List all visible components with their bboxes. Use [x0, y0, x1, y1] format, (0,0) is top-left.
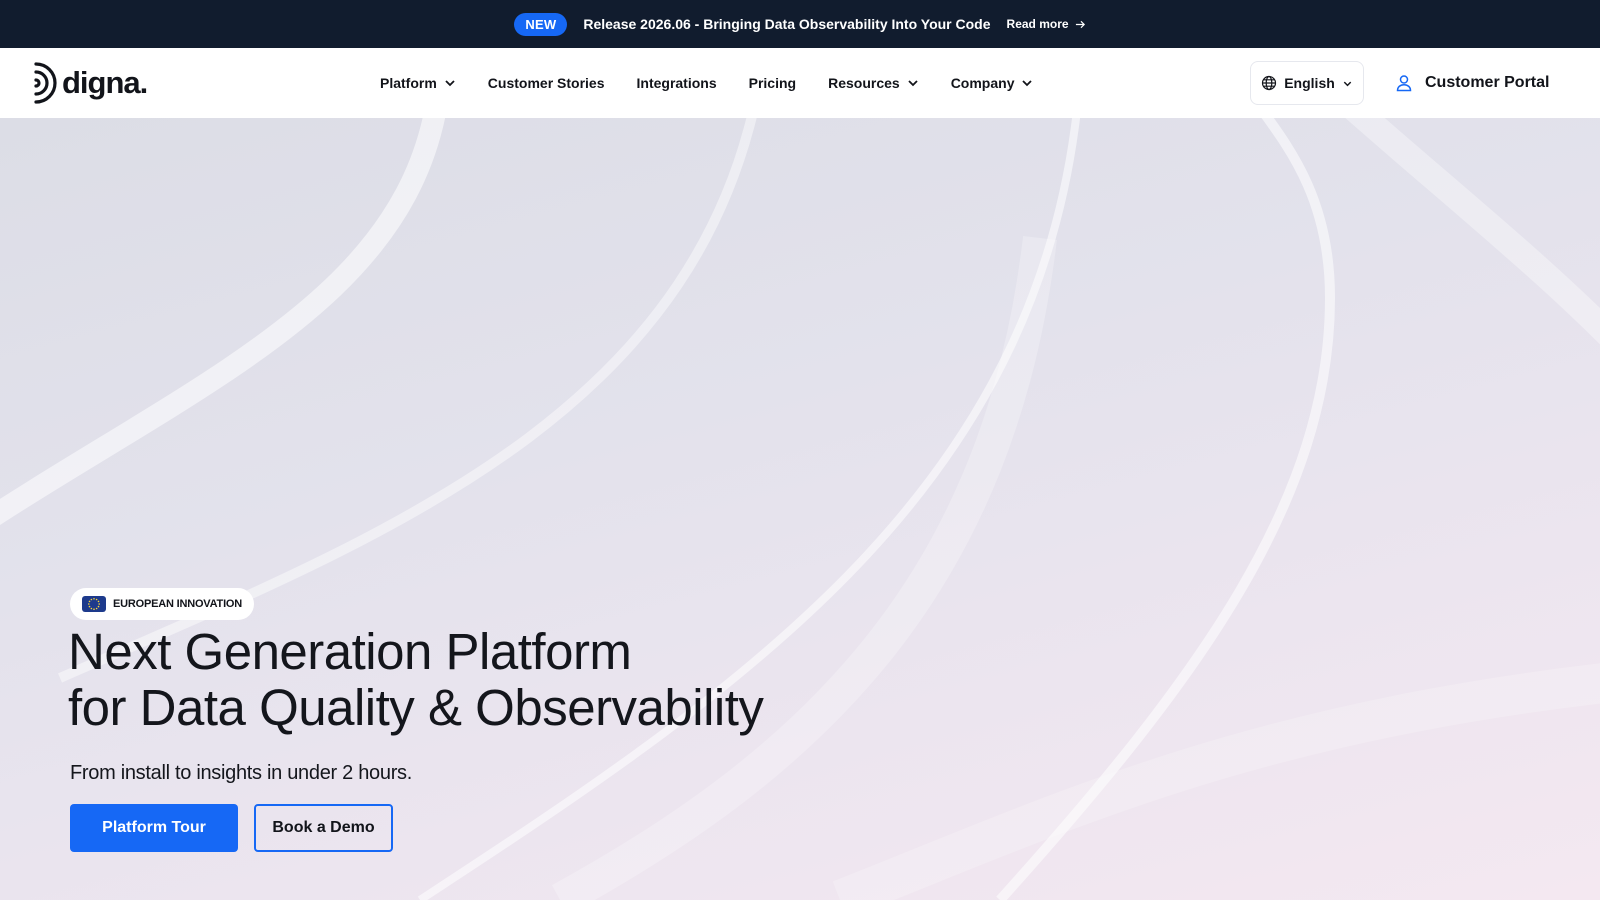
logo-text: digna.	[62, 65, 148, 100]
hero-section: EUROPEAN INNOVATION Next Generation Plat…	[0, 118, 1600, 900]
chevron-down-icon	[908, 80, 918, 87]
nav-platform-label: Platform	[380, 75, 437, 91]
customer-portal-link[interactable]: Customer Portal	[1395, 61, 1549, 105]
announcement-bar: NEW Release 2026.06 - Bringing Data Obse…	[0, 0, 1600, 48]
read-more-link[interactable]: Read more	[1007, 17, 1086, 31]
language-selector[interactable]: English	[1250, 61, 1364, 105]
nav-company-label: Company	[950, 75, 1015, 91]
nav-integrations[interactable]: Integrations	[637, 75, 717, 91]
globe-icon	[1262, 75, 1277, 91]
nav-resources[interactable]: Resources	[828, 75, 919, 91]
nav-resources-label: Resources	[828, 75, 900, 91]
read-more-label: Read more	[1006, 17, 1069, 31]
platform-tour-button[interactable]: Platform Tour	[70, 804, 238, 852]
nav-customer-stories-label: Customer Stories	[487, 75, 605, 91]
nav-platform[interactable]: Platform	[380, 75, 456, 91]
hero-title: Next Generation Platform for Data Qualit…	[68, 624, 968, 736]
hero-title-line-1: Next Generation Platform	[68, 623, 632, 680]
book-demo-button[interactable]: Book a Demo	[254, 804, 393, 852]
customer-portal-label: Customer Portal	[1425, 74, 1550, 91]
nav-integrations-label: Integrations	[636, 75, 717, 91]
announcement-text[interactable]: Release 2026.06 - Bringing Data Observab…	[583, 16, 990, 32]
language-label: English	[1284, 75, 1335, 91]
nav-pricing[interactable]: Pricing	[749, 75, 796, 91]
user-icon	[1396, 75, 1412, 92]
hero-title-line-2: for Data Quality & Observability	[68, 679, 764, 736]
logo-mark-icon	[34, 62, 57, 104]
european-innovation-badge: EUROPEAN INNOVATION	[70, 588, 255, 620]
site-header: digna. Platform Customer Stories Integra…	[0, 48, 1600, 118]
nav-pricing-label: Pricing	[748, 75, 797, 91]
european-innovation-label: EUROPEAN INNOVATION	[113, 598, 243, 610]
digna-logo[interactable]: digna.	[32, 61, 148, 105]
chevron-down-icon	[1022, 80, 1033, 87]
hero-subtitle: From install to insights in under 2 hour…	[70, 762, 413, 784]
eu-flag-icon	[82, 596, 106, 612]
chevron-down-icon	[445, 80, 455, 87]
new-badge: NEW	[514, 12, 568, 36]
nav-company[interactable]: Company	[951, 75, 1034, 91]
nav-customer-stories[interactable]: Customer Stories	[488, 75, 605, 91]
arrow-right-icon	[1075, 20, 1085, 28]
main-nav: Platform Customer Stories Integrations P…	[380, 48, 1033, 118]
chevron-down-icon	[1343, 81, 1352, 86]
